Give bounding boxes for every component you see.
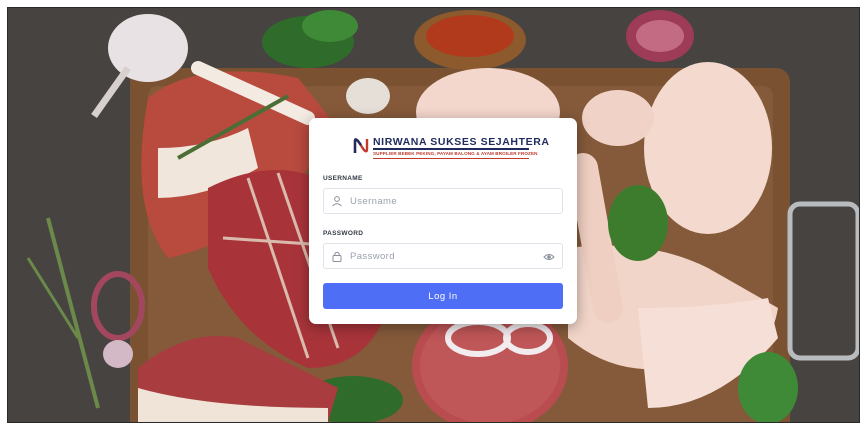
- username-field[interactable]: [323, 188, 563, 214]
- password-input[interactable]: [350, 248, 540, 264]
- login-card: NIRWANA SUKSES SEJAHTERA SUPPLIER BEBEK …: [309, 118, 577, 324]
- login-page: NIRWANA SUKSES SEJAHTERA SUPPLIER BEBEK …: [7, 7, 860, 423]
- lock-icon: [332, 251, 342, 262]
- username-label: USERNAME: [323, 175, 363, 182]
- password-field[interactable]: [323, 243, 563, 269]
- login-button[interactable]: Log In: [323, 283, 563, 309]
- brand-mark-icon: [353, 138, 369, 153]
- user-icon: [332, 196, 342, 207]
- brand-name: NIRWANA SUKSES SEJAHTERA: [373, 136, 550, 148]
- password-label: PASSWORD: [323, 230, 364, 237]
- brand-tagline: SUPPLIER BEBEK PEKING, PAYAM BALONG & AY…: [373, 151, 538, 156]
- brand-rule-red: [373, 158, 529, 159]
- username-input[interactable]: [350, 193, 540, 209]
- brand-rule: [373, 148, 529, 150]
- eye-icon[interactable]: [543, 251, 555, 263]
- brand-logo: NIRWANA SUKSES SEJAHTERA SUPPLIER BEBEK …: [353, 136, 549, 160]
